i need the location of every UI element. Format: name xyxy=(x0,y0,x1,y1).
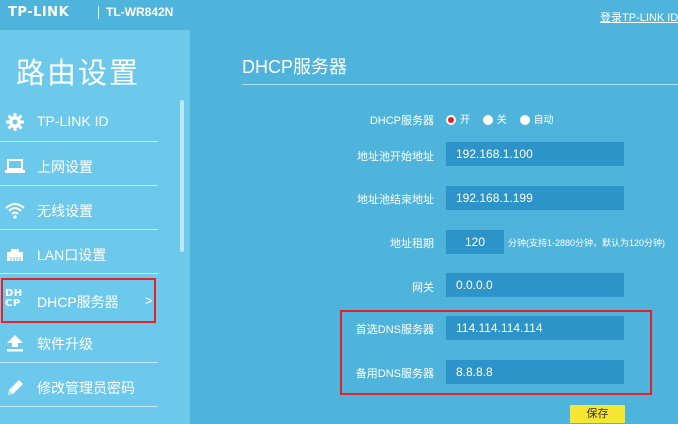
pool-start-input[interactable]: 192.168.1.100 xyxy=(446,142,624,166)
pool-end-label: 地址池结束地址 xyxy=(357,194,434,206)
secondary-dns-label: 备用DNS服务器 xyxy=(355,368,434,380)
menu-divider xyxy=(0,406,158,407)
lease-label: 地址租期 xyxy=(390,238,434,250)
sidebar-item-label: LAN口设置 xyxy=(37,247,107,263)
sidebar-item-label: 上网设置 xyxy=(37,159,93,175)
logo-divider xyxy=(98,6,99,19)
sidebar-item-label: DHCP服务器 xyxy=(37,294,119,310)
sidebar: 路由设置 TP-LINK ID 上网设置 无线设置 LAN口设置 DH CP D… xyxy=(0,30,190,424)
sidebar-item-label: TP-LINK ID xyxy=(37,113,109,129)
sidebar-item-label: 无线设置 xyxy=(37,203,93,219)
save-button[interactable]: 保存 xyxy=(570,405,625,423)
secondary-dns-input[interactable]: 8.8.8.8 xyxy=(446,360,624,384)
sidebar-item-internet[interactable]: 上网设置 xyxy=(0,146,158,186)
dhcp-server-label: DHCP服务器 xyxy=(369,115,434,127)
gear-icon xyxy=(6,113,24,131)
lease-input[interactable]: 120 xyxy=(446,230,504,254)
pool-end-input[interactable]: 192.168.1.199 xyxy=(446,186,624,210)
lan-port-icon xyxy=(7,249,23,261)
tp-link-logo: TP-LINK xyxy=(8,5,70,20)
dhcp-on-radio[interactable]: 开 xyxy=(446,111,470,126)
dhcp-icon: DH CP xyxy=(5,288,23,309)
sidebar-item-wireless[interactable]: 无线设置 xyxy=(0,190,158,230)
radio-icon xyxy=(519,115,530,126)
router-model: TL-WR842N xyxy=(106,5,174,19)
menu-divider xyxy=(0,273,158,274)
title-divider xyxy=(242,84,678,85)
radio-icon xyxy=(482,115,493,126)
menu-divider xyxy=(0,229,158,230)
menu-divider xyxy=(0,185,158,186)
primary-dns-input[interactable]: 114.114.114.114 xyxy=(446,316,624,340)
sidebar-item-upgrade[interactable]: 软件升级 xyxy=(0,323,158,363)
upload-icon xyxy=(7,335,23,352)
dhcp-server-radio-group: 开 关 自动 xyxy=(446,111,564,126)
sidebar-scrollbar[interactable] xyxy=(180,100,184,252)
pencil-icon xyxy=(8,380,23,395)
radio-selected-icon xyxy=(446,115,456,126)
menu-divider xyxy=(0,362,158,363)
gateway-input[interactable]: 0.0.0.0 xyxy=(446,273,624,297)
sidebar-title: 路由设置 xyxy=(16,58,141,90)
sidebar-item-admin-password[interactable]: 修改管理员密码 xyxy=(0,367,158,407)
chevron-right-icon: > xyxy=(145,293,153,308)
sidebar-item-label: 软件升级 xyxy=(37,336,93,352)
main-panel: DHCP服务器 DHCP服务器 开 关 自动 地址池开始地址 192.168.1… xyxy=(190,30,678,424)
gateway-label: 网关 xyxy=(412,282,434,294)
laptop-icon xyxy=(5,159,25,173)
dhcp-off-radio[interactable]: 关 xyxy=(482,111,507,126)
sidebar-item-lan[interactable]: LAN口设置 xyxy=(0,234,158,274)
dhcp-auto-radio[interactable]: 自动 xyxy=(519,111,554,126)
sidebar-item-dhcp[interactable]: DH CP DHCP服务器 > xyxy=(1,278,156,323)
pool-start-label: 地址池开始地址 xyxy=(357,151,434,163)
wifi-icon xyxy=(5,203,25,219)
primary-dns-label: 首选DNS服务器 xyxy=(355,324,434,336)
sidebar-item-tp-link-id[interactable]: TP-LINK ID xyxy=(0,102,158,142)
top-bar: TP-LINK TL-WR842N 登录TP-LINK ID xyxy=(0,0,678,30)
sidebar-item-label: 修改管理员密码 xyxy=(37,380,135,396)
lease-hint: 分钟(支持1-2880分钟，默认为120分钟) xyxy=(508,238,666,248)
page-title: DHCP服务器 xyxy=(242,57,348,77)
login-tp-link-id-link[interactable]: 登录TP-LINK ID xyxy=(600,9,678,25)
menu-divider xyxy=(0,141,158,142)
